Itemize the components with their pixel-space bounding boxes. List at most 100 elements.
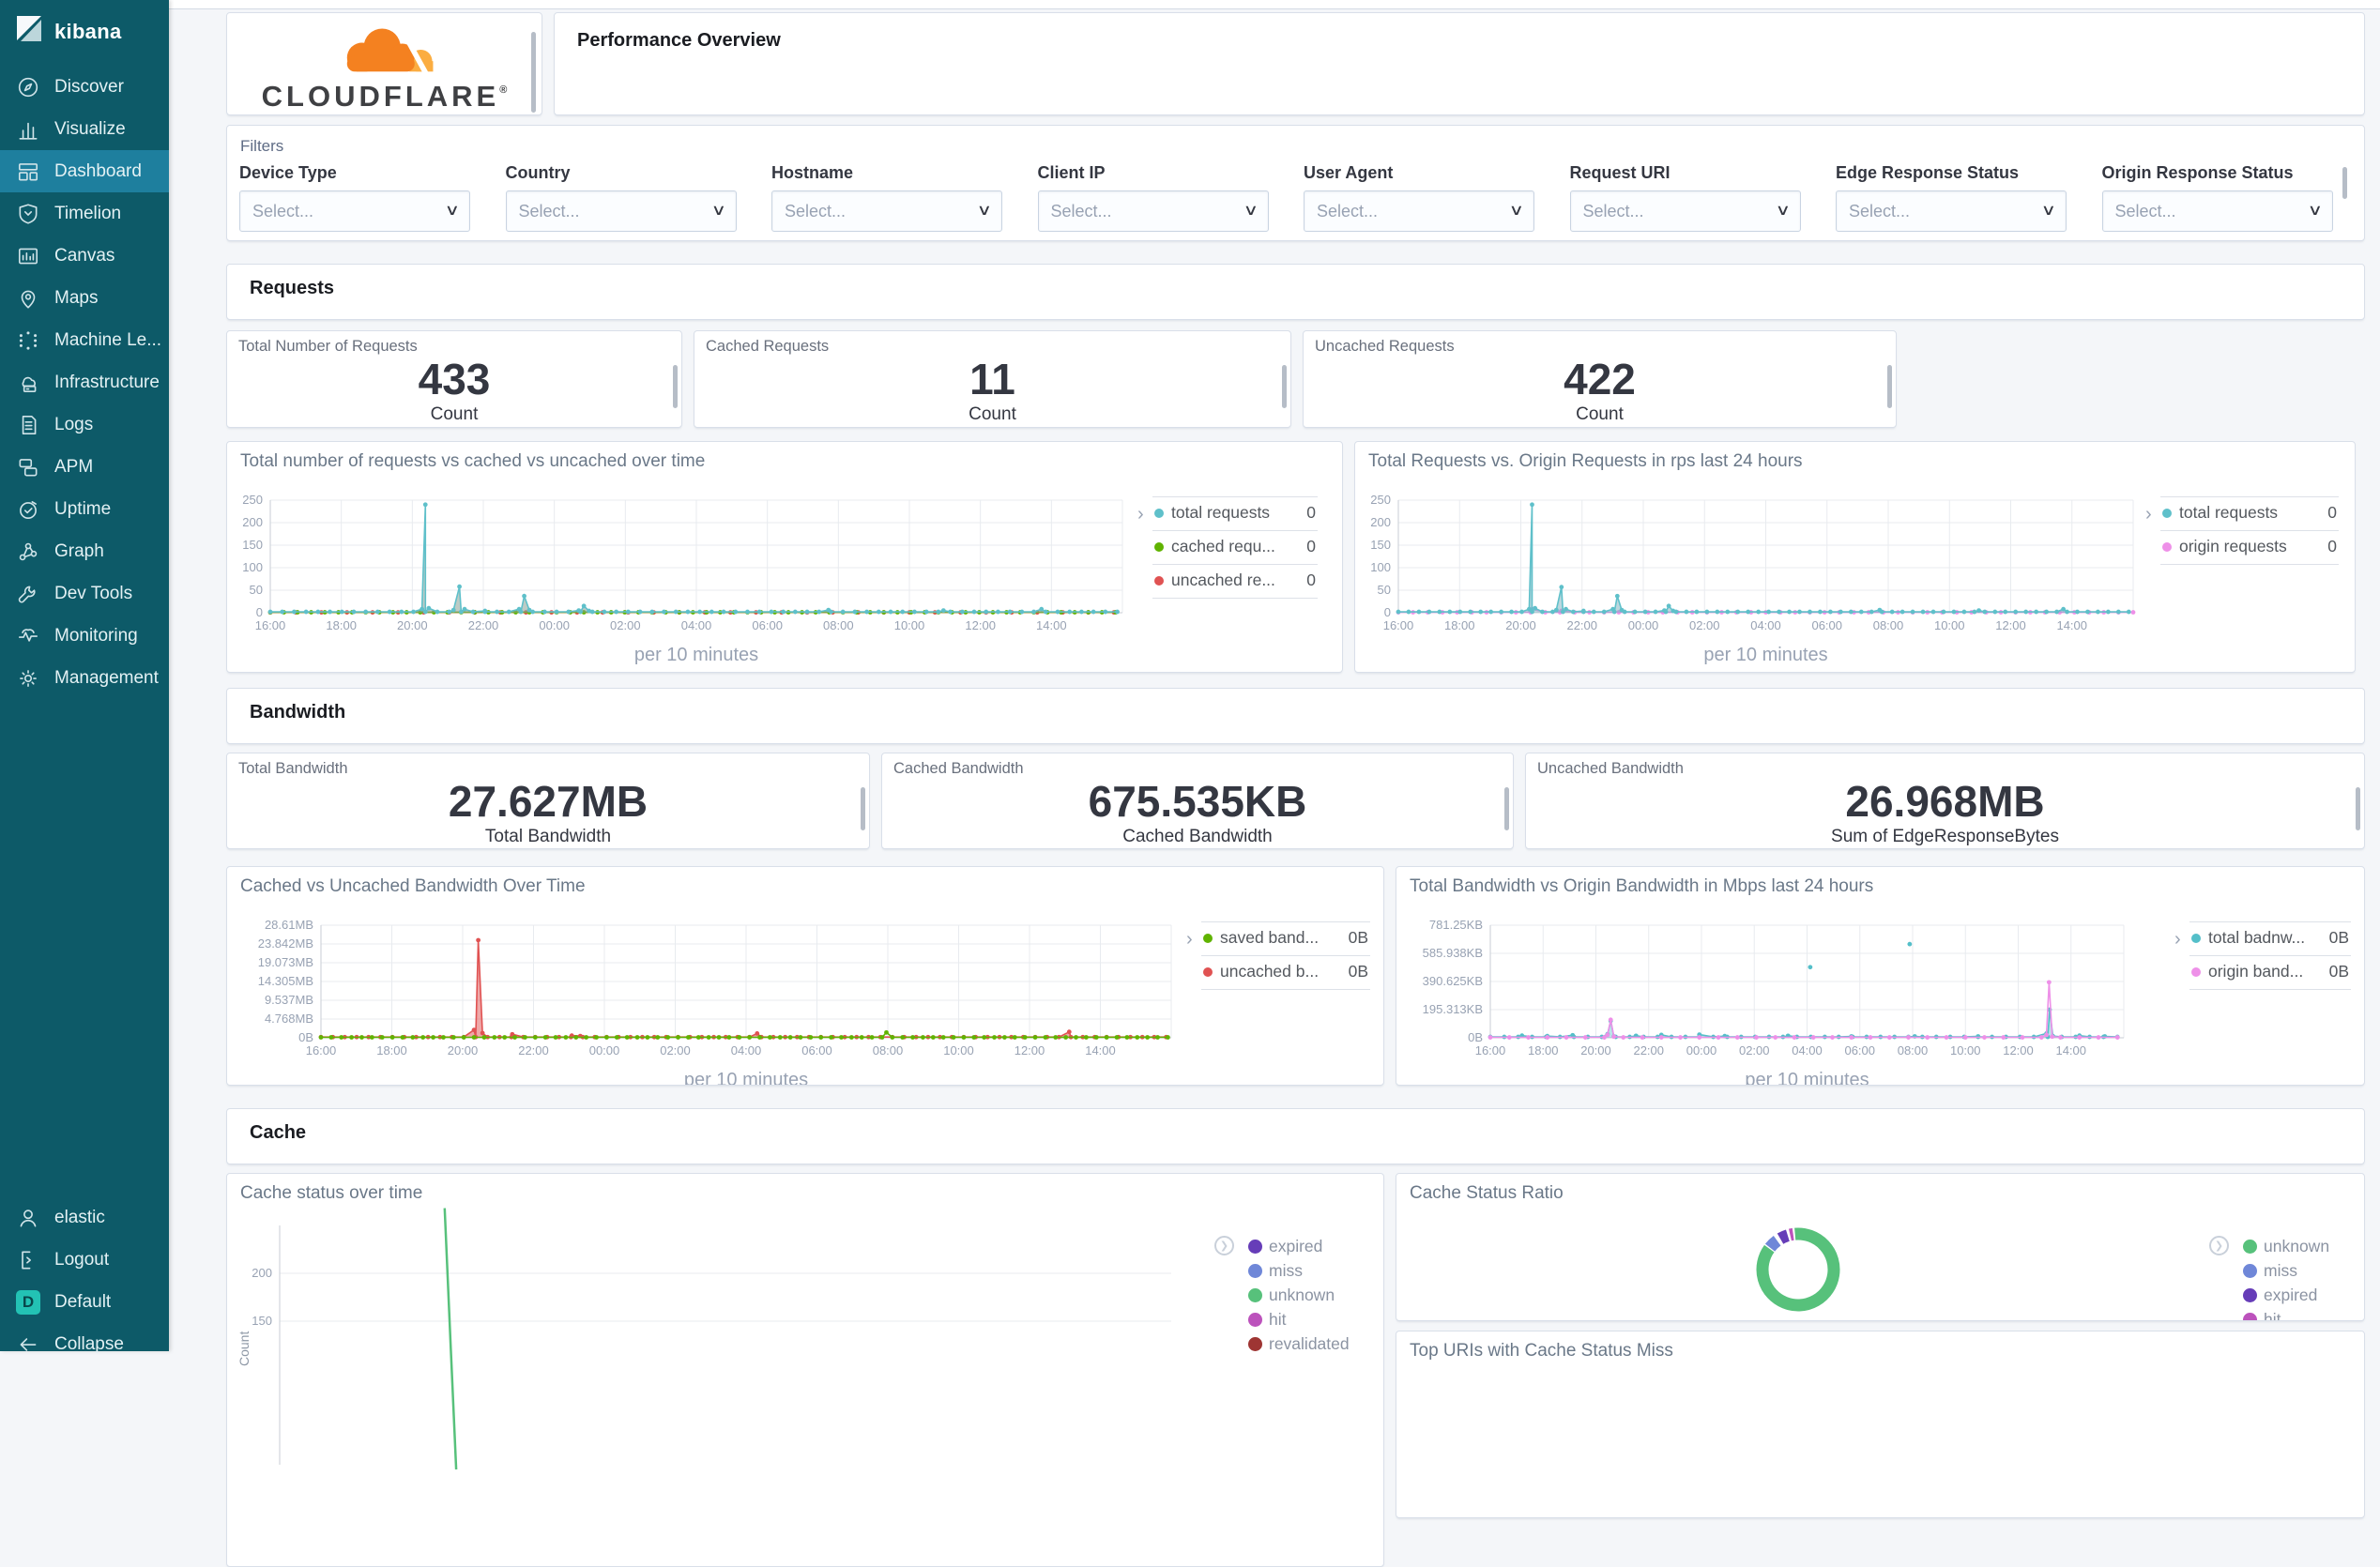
- filter-select-edge-response-status[interactable]: Select... ∨: [1836, 190, 2067, 232]
- legend-item-hit[interactable]: hit: [1248, 1309, 1383, 1331]
- sidebar-item-infrastructure[interactable]: Infrastructure: [0, 361, 169, 403]
- x-axis-label: per 10 minutes: [633, 645, 759, 665]
- filter-select-request-uri[interactable]: Select... ∨: [1569, 190, 1801, 232]
- metric-subtitle: Cached Bandwidth: [1122, 827, 1273, 846]
- legend-collapse-icon[interactable]: ›: [1186, 929, 1193, 951]
- legend-collapse-icon[interactable]: ›: [1137, 504, 1144, 525]
- filter-select-user-agent[interactable]: Select... ∨: [1304, 190, 1534, 232]
- svg-text:02:00: 02:00: [660, 1043, 691, 1057]
- metric-card-uncached-requests: Uncached Requests 422 Count: [1303, 330, 1897, 428]
- sidebar-item-machine-le[interactable]: Machine Le...: [0, 319, 169, 361]
- sidebar-item-label: Default: [54, 1291, 112, 1312]
- sidebar-item-label: APM: [54, 456, 94, 477]
- legend-color-dot: [1248, 1264, 1262, 1278]
- panel-scrollbar[interactable]: [861, 787, 865, 830]
- panel-scrollbar[interactable]: [2356, 787, 2360, 830]
- legend-item-miss[interactable]: miss: [2243, 1260, 2364, 1283]
- legend-item-total-badnw-[interactable]: total badnw... 0B: [2189, 927, 2351, 950]
- sidebar-item-label: Logs: [54, 414, 94, 434]
- legend-label: expired: [2264, 1286, 2318, 1304]
- legend-collapse-icon[interactable]: ❯: [2209, 1236, 2229, 1255]
- sidebar-item-dev-tools[interactable]: Dev Tools: [0, 572, 169, 615]
- panel-scrollbar[interactable]: [2342, 167, 2347, 199]
- sidebar-item-collapse[interactable]: Collapse: [0, 1323, 169, 1365]
- legend-item-uncached-b-[interactable]: uncached b... 0B: [1201, 961, 1370, 983]
- graph-icon: [16, 540, 40, 564]
- sidebar-item-graph[interactable]: Graph: [0, 530, 169, 572]
- sidebar-item-default[interactable]: D Default: [0, 1281, 169, 1323]
- legend-item-expired[interactable]: expired: [2243, 1285, 2364, 1307]
- legend-item-unknown[interactable]: unknown: [2243, 1236, 2364, 1258]
- legend-item-total-requests[interactable]: total requests 0: [2160, 502, 2339, 525]
- panel-scrollbar[interactable]: [1887, 365, 1892, 408]
- panel-scrollbar[interactable]: [1504, 787, 1509, 830]
- svg-text:10:00: 10:00: [894, 618, 925, 632]
- chevron-down-icon: ∨: [2307, 203, 2323, 219]
- legend-item-expired[interactable]: expired: [1248, 1236, 1383, 1258]
- svg-text:00:00: 00:00: [539, 618, 570, 632]
- legend-value: 0B: [2328, 962, 2349, 981]
- legend-item-hit[interactable]: hit: [2243, 1309, 2364, 1320]
- requests-vs-origin-panel: Total Requests vs. Origin Requests in rp…: [1354, 441, 2356, 673]
- svg-text:0B: 0B: [1468, 1030, 1483, 1044]
- sidebar-item-uptime[interactable]: Uptime: [0, 488, 169, 530]
- panel-scrollbar[interactable]: [531, 32, 536, 113]
- filter-label: Device Type: [239, 163, 337, 182]
- legend-collapse-icon[interactable]: ›: [2174, 929, 2181, 951]
- svg-text:20:00: 20:00: [1505, 618, 1536, 632]
- svg-text:04:00: 04:00: [731, 1043, 762, 1057]
- svg-text:02:00: 02:00: [610, 618, 641, 632]
- legend-collapse-icon[interactable]: ❯: [1214, 1236, 1234, 1255]
- sidebar-item-label: Canvas: [54, 245, 115, 266]
- legend-item-uncached-re-[interactable]: uncached re... 0: [1152, 570, 1318, 592]
- cloudflare-logo-panel: CLOUDFLARE®: [226, 12, 542, 115]
- sidebar-item-apm[interactable]: APM: [0, 446, 169, 488]
- svg-text:22:00: 22:00: [1566, 618, 1597, 632]
- filter-select-origin-response-status[interactable]: Select... ∨: [2101, 190, 2333, 232]
- filter-select-device-type[interactable]: Select... ∨: [239, 190, 470, 232]
- legend-item-cached-requ-[interactable]: cached requ... 0: [1152, 536, 1318, 558]
- svg-text:0: 0: [256, 605, 263, 619]
- sidebar-item-timelion[interactable]: Timelion: [0, 192, 169, 235]
- legend-label: uncached re...: [1171, 571, 1275, 589]
- legend-item-unknown[interactable]: unknown: [1248, 1285, 1383, 1307]
- sidebar-item-logout[interactable]: Logout: [0, 1239, 169, 1281]
- visualize-icon: [16, 117, 40, 142]
- svg-text:06:00: 06:00: [1844, 1043, 1875, 1057]
- sidebar-item-logs[interactable]: Logs: [0, 403, 169, 446]
- maps-icon: [16, 286, 40, 311]
- panel-scrollbar[interactable]: [1282, 365, 1287, 408]
- sidebar-item-canvas[interactable]: Canvas: [0, 235, 169, 277]
- legend-item-total-requests[interactable]: total requests 0: [1152, 502, 1318, 525]
- monitoring-icon: [16, 624, 40, 648]
- sidebar-item-maps[interactable]: Maps: [0, 277, 169, 319]
- sidebar-item-monitoring[interactable]: Monitoring: [0, 615, 169, 657]
- discover-icon: [16, 75, 40, 99]
- filter-select-hostname[interactable]: Select... ∨: [771, 190, 1002, 232]
- legend-color-dot: [2243, 1313, 2257, 1320]
- sidebar-item-management[interactable]: Management: [0, 657, 169, 699]
- filter-select-country[interactable]: Select... ∨: [505, 190, 737, 232]
- cloudflare-cloud-icon: [336, 28, 437, 79]
- sidebar-item-visualize[interactable]: Visualize: [0, 108, 169, 150]
- legend-item-saved-band-[interactable]: saved band... 0B: [1201, 927, 1370, 950]
- chart-title: Top URIs with Cache Status Miss: [1410, 1341, 1673, 1361]
- legend-item-revalidated[interactable]: revalidated: [1248, 1333, 1383, 1356]
- metric-value: 433: [418, 355, 491, 403]
- filter-select-client-ip[interactable]: Select... ∨: [1037, 190, 1269, 232]
- svg-text:22:00: 22:00: [1633, 1043, 1664, 1057]
- sidebar-item-dashboard[interactable]: Dashboard: [0, 150, 169, 192]
- legend-item-origin-band-[interactable]: origin band... 0B: [2189, 961, 2351, 983]
- sidebar-item-label: Visualize: [54, 118, 126, 139]
- sidebar-item-discover[interactable]: Discover: [0, 66, 169, 108]
- panel-scrollbar[interactable]: [673, 365, 678, 408]
- legend-item-origin-requests[interactable]: origin requests 0: [2160, 536, 2339, 558]
- sidebar-item-elastic[interactable]: elastic: [0, 1196, 169, 1239]
- legend-item-miss[interactable]: miss: [1248, 1260, 1383, 1283]
- svg-text:9.537MB: 9.537MB: [265, 993, 313, 1007]
- legend-collapse-icon[interactable]: ›: [2145, 504, 2152, 525]
- svg-text:00:00: 00:00: [589, 1043, 620, 1057]
- svg-text:22:00: 22:00: [468, 618, 499, 632]
- svg-text:12:00: 12:00: [965, 618, 996, 632]
- sidebar-item-label: Dev Tools: [54, 583, 133, 603]
